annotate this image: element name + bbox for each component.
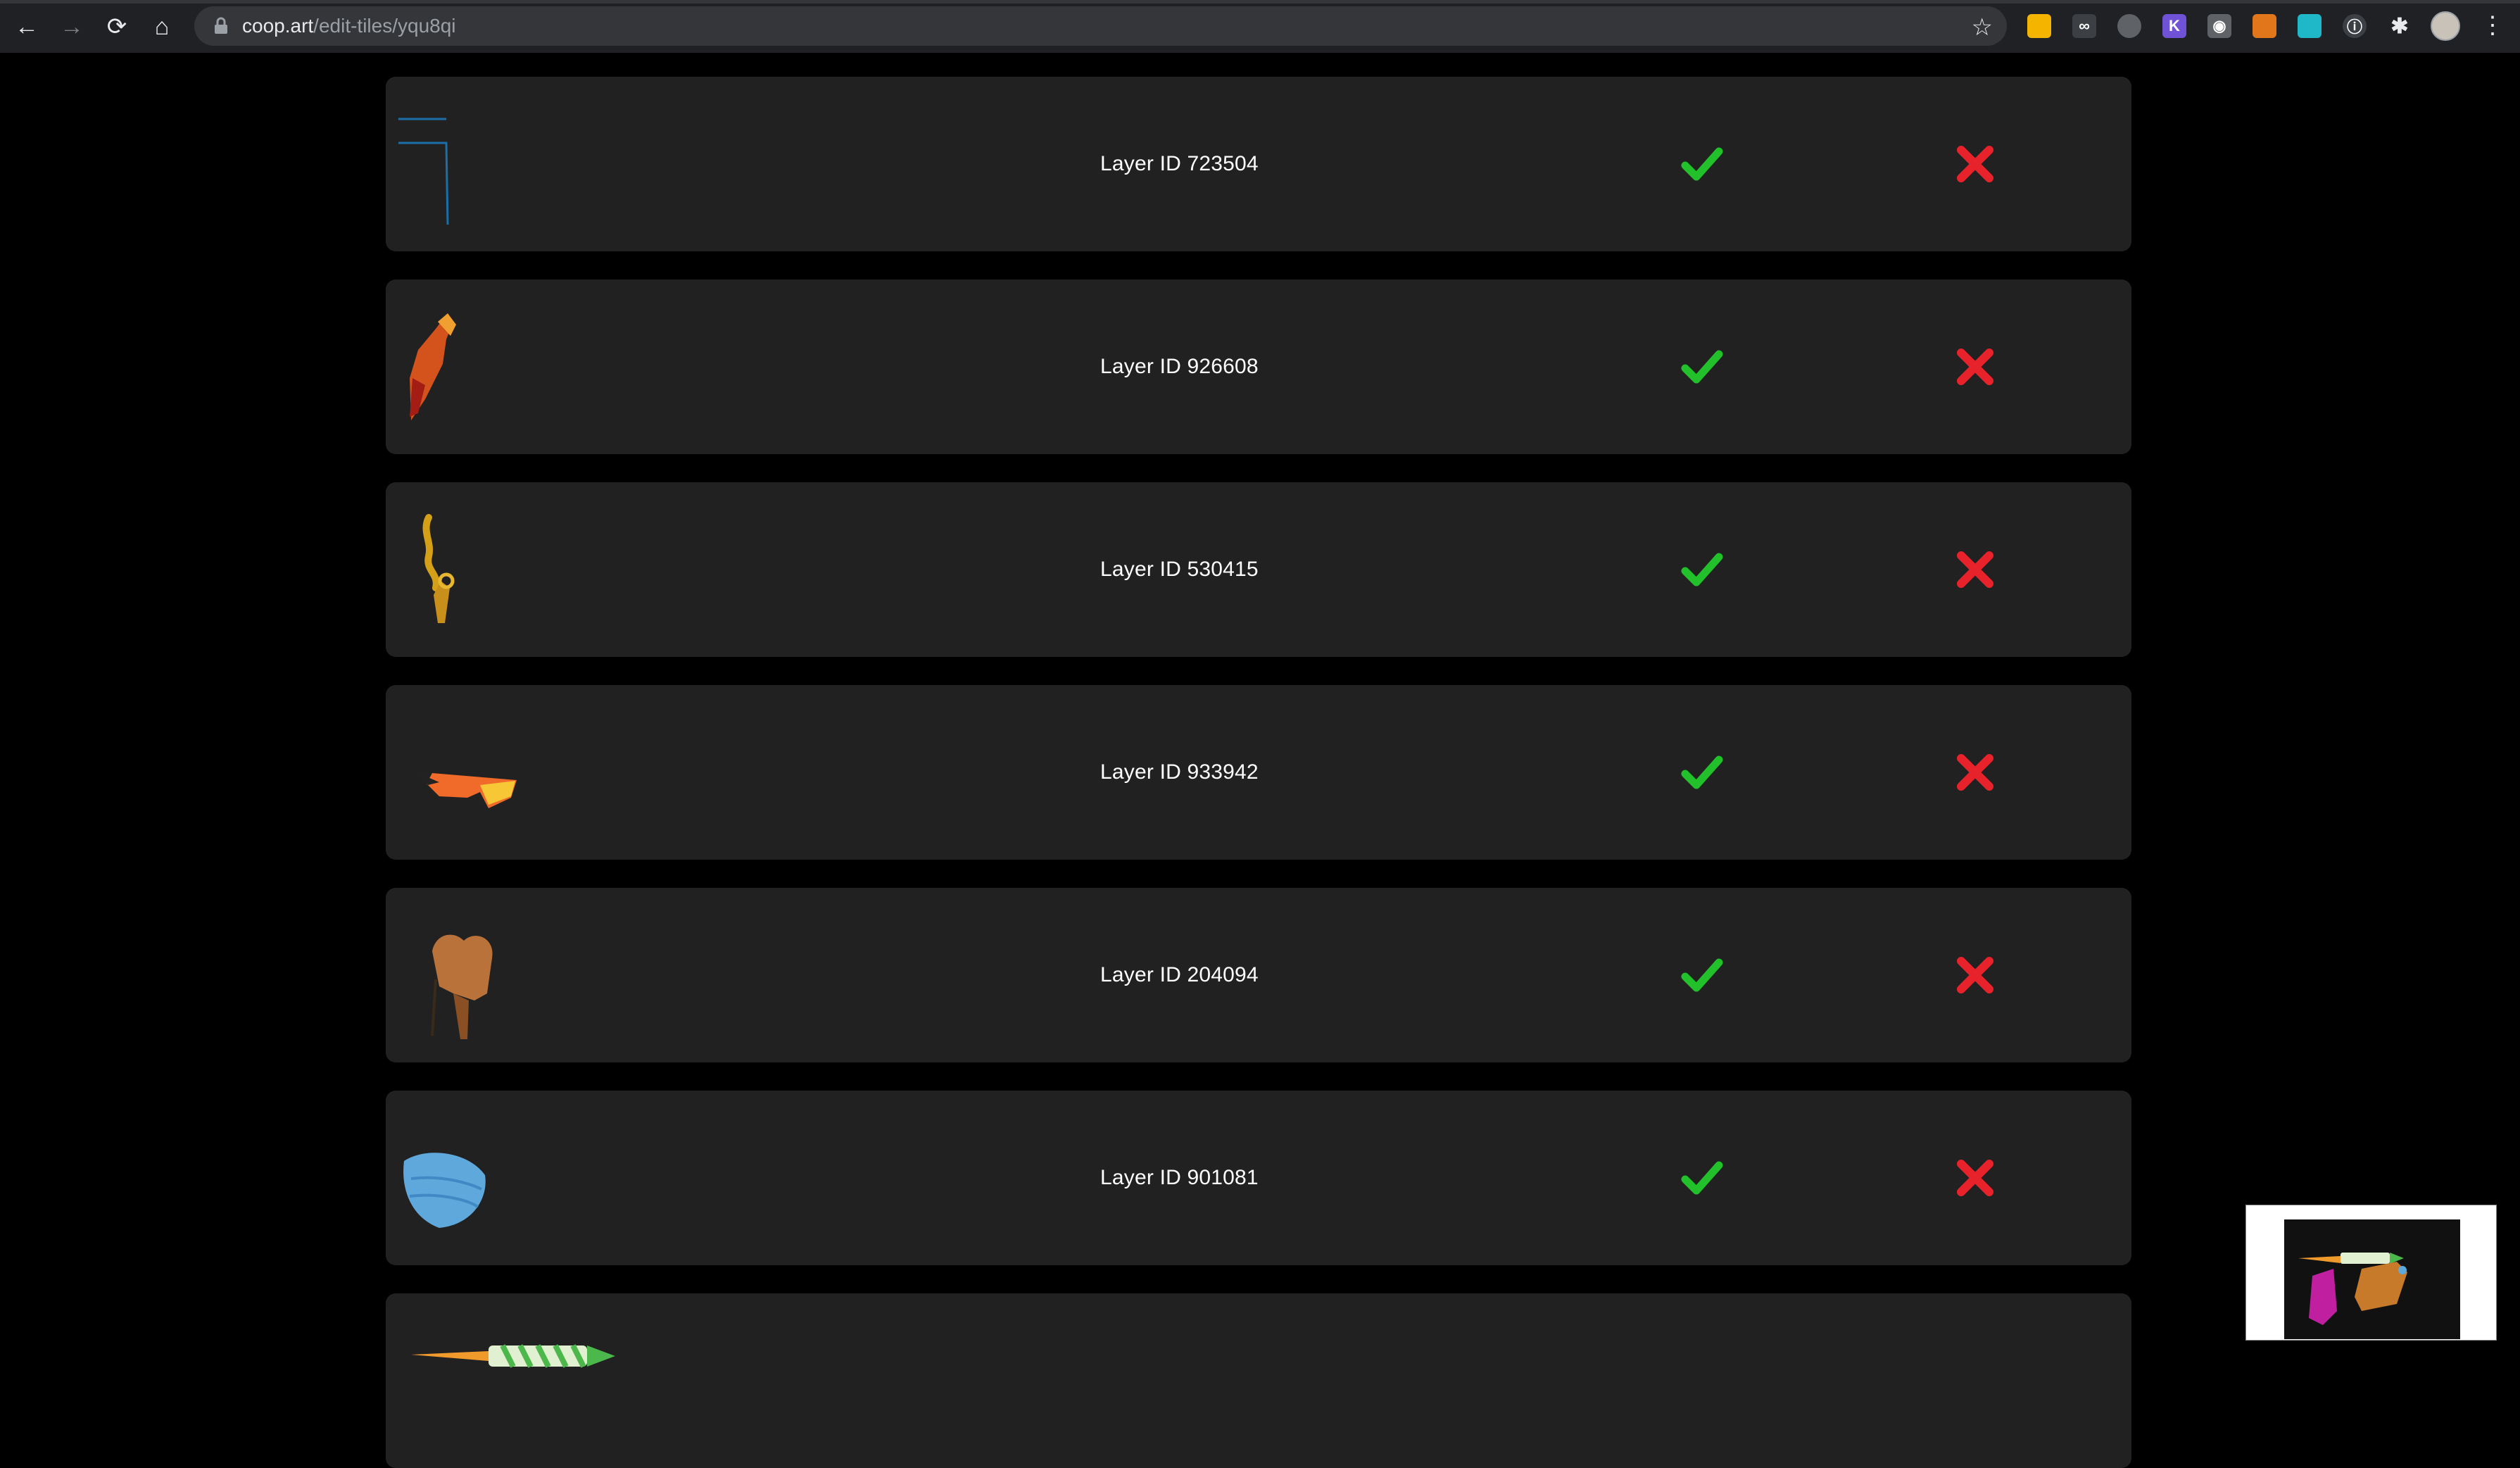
extension-metamask-icon[interactable] [2253,14,2276,38]
firework-rocket-icon [411,1344,615,1368]
preview-toolbar [2246,1205,2496,1218]
menu-kebab-icon[interactable]: ⋮ [2481,11,2505,39]
url-host: coop.art [242,15,314,37]
saddle-icon [431,934,493,1039]
composite-preview-image [2284,1219,2460,1339]
forward-button[interactable]: → [56,11,87,42]
reject-x-icon[interactable] [1954,954,1996,996]
reload-button[interactable]: ⟳ [101,11,132,42]
layer-id-label: Layer ID 204094 [1100,963,1259,986]
layer-row [386,1293,2131,1468]
layer-row: Layer ID 723504 [386,77,2131,251]
approve-check-icon[interactable] [1681,346,1723,388]
extension-cube-icon[interactable] [2298,14,2321,38]
layer-row: Layer ID 530415 [386,482,2131,657]
extension-camera-icon[interactable]: ◉ [2207,14,2231,38]
approve-check-icon[interactable] [1681,751,1723,793]
face-mask-icon [403,1153,486,1228]
reject-x-icon[interactable] [1954,548,1996,591]
layer-row: Layer ID 901081 [386,1091,2131,1265]
layer-row: Layer ID 933942 [386,685,2131,860]
back-button[interactable]: ← [11,11,42,42]
url-text: coop.art/edit-tiles/yqu8qi [242,16,456,36]
preview-thumbnail[interactable] [2245,1205,2497,1341]
reject-x-icon[interactable] [1954,143,1996,185]
extension-honey-icon[interactable] [2027,14,2051,38]
layer-id-label: Layer ID 933942 [1100,760,1259,784]
address-bar[interactable]: coop.art/edit-tiles/yqu8qi ☆ [194,6,2007,46]
approve-check-icon[interactable] [1681,548,1723,591]
home-button[interactable]: ⌂ [146,11,177,42]
sunglasses-icon [418,773,517,808]
layer-id-label: Layer ID 926608 [1100,355,1259,378]
reject-x-icon[interactable] [1954,346,1996,388]
extension-swirl-icon[interactable] [2117,14,2141,38]
layer-id-label: Layer ID 530415 [1100,558,1259,581]
lock-icon [215,17,227,34]
extension-glasses-icon[interactable]: ∞ [2072,14,2096,38]
approve-check-icon[interactable] [1681,143,1723,185]
reject-x-icon[interactable] [1954,751,1996,793]
approve-check-icon[interactable] [1681,1157,1723,1199]
layer-row: Layer ID 204094 [386,888,2131,1062]
fire-horse-icon [410,313,456,420]
layer-row: Layer ID 926608 [386,280,2131,454]
bookmark-star-icon[interactable]: ☆ [1972,13,1993,42]
approve-check-icon[interactable] [1681,954,1723,996]
profile-avatar[interactable] [2431,11,2460,41]
reject-x-icon[interactable] [1954,1157,1996,1199]
tab-strip [0,0,2520,4]
tiles-list: Layer ID 723504 Layer ID 926608 Layer ID… [0,54,2520,1468]
gold-chain-icon [422,514,455,623]
extensions-puzzle-icon[interactable]: ✱ [2388,14,2412,38]
blue-lines-icon [398,118,449,225]
layer-id-label: Layer ID 723504 [1100,152,1259,175]
url-path: /edit-tiles/yqu8qi [313,15,456,37]
browser-toolbar: ← → ⟳ ⌂ coop.art/edit-tiles/yqu8qi ☆ ∞ K… [0,0,2520,54]
layer-id-label: Layer ID 901081 [1100,1166,1259,1189]
extension-k-icon[interactable]: K [2162,14,2186,38]
extension-info-icon[interactable]: ⓘ [2343,14,2367,38]
